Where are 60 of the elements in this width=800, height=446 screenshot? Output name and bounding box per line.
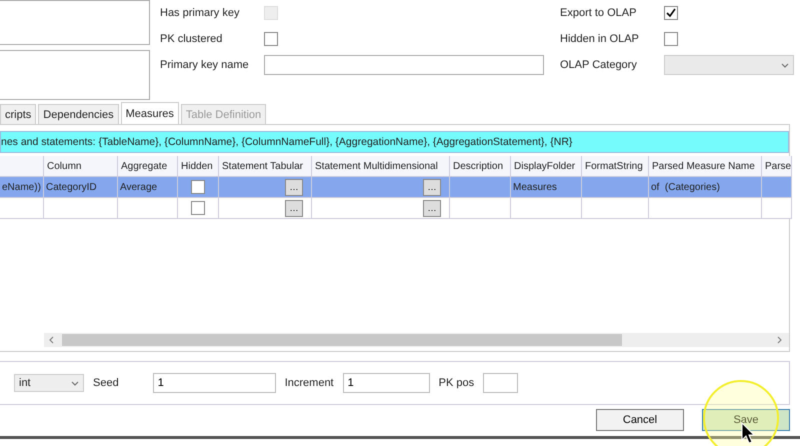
text-field[interactable] [264, 55, 544, 75]
cursor-icon [741, 422, 755, 444]
table-cell: eName)) [0, 177, 44, 198]
cancel-button[interactable]: Cancel [596, 409, 684, 431]
column-header[interactable]: Statement Multidimensional [312, 156, 450, 177]
increment-field[interactable]: 1 [342, 373, 430, 393]
text-area[interactable] [0, 50, 150, 100]
checkbox[interactable] [191, 201, 205, 215]
column-header[interactable]: Aggregate [118, 156, 178, 177]
checkbox[interactable] [664, 32, 678, 46]
table-cell [582, 198, 649, 219]
field-label: Has primary key [160, 7, 240, 19]
checkbox[interactable] [664, 6, 678, 20]
chevron-left-icon[interactable] [48, 336, 56, 344]
chevron-down-icon [71, 380, 79, 386]
field-label: Increment [284, 377, 334, 389]
seed-field[interactable]: 1 [152, 373, 276, 393]
field-label: PK pos [438, 377, 474, 389]
ellipsis-button[interactable]: … [423, 200, 441, 216]
column-header[interactable]: Description [450, 156, 511, 177]
ellipsis-button[interactable]: … [423, 178, 441, 196]
field-label: Export to OLAP [560, 7, 638, 19]
field-label: PK clustered [160, 33, 224, 45]
field-label: Seed [93, 377, 119, 389]
text-area[interactable] [0, 0, 150, 45]
chevron-right-icon[interactable] [775, 336, 783, 344]
column-header[interactable]: Hidden [178, 156, 219, 177]
tab[interactable]: Measures [120, 102, 179, 124]
ellipsis-button[interactable]: … [285, 178, 303, 196]
checkbox[interactable] [264, 32, 278, 46]
table-cell: CategoryID [44, 177, 118, 198]
ellipsis-button[interactable]: … [285, 200, 303, 216]
table-cell [762, 177, 792, 198]
column-header[interactable]: Column [44, 156, 118, 177]
save-button[interactable]: Save [702, 409, 790, 431]
table-cell [0, 198, 44, 219]
table-cell [762, 198, 792, 219]
hint-bar: nes and statements: {TableName}, {ColumnName}, {ColumnNameFull}, {AggregationName}, {AggregationStatement}, {NR} [0, 131, 789, 153]
table-cell [582, 177, 649, 198]
table-cell [511, 198, 582, 219]
column-header [0, 156, 44, 177]
column-header[interactable]: Parsed Measure Name [649, 156, 762, 177]
table-cell: of (Categories) [649, 177, 762, 198]
tab[interactable]: Dependencies [38, 104, 119, 124]
type-dropdown[interactable]: int [14, 374, 84, 392]
column-header[interactable]: DisplayFolder [511, 156, 582, 177]
check-icon [666, 8, 676, 18]
pk-pos-field[interactable] [483, 373, 518, 393]
field-label: Hidden in OLAP [560, 33, 640, 45]
table-cell: Measures [511, 177, 582, 198]
tab[interactable]: cripts [0, 104, 36, 124]
column-header[interactable]: Parse [762, 156, 792, 177]
checkbox[interactable] [191, 180, 205, 194]
horizontal-scrollbar[interactable] [44, 333, 789, 347]
field-label: OLAP Category [560, 59, 638, 71]
column-header[interactable]: Statement Tabular [219, 156, 312, 177]
column-header[interactable]: FormatString [582, 156, 649, 177]
field-label: Primary key name [160, 59, 250, 71]
chevron-down-icon [781, 62, 789, 68]
table-cell: Average [118, 177, 178, 198]
